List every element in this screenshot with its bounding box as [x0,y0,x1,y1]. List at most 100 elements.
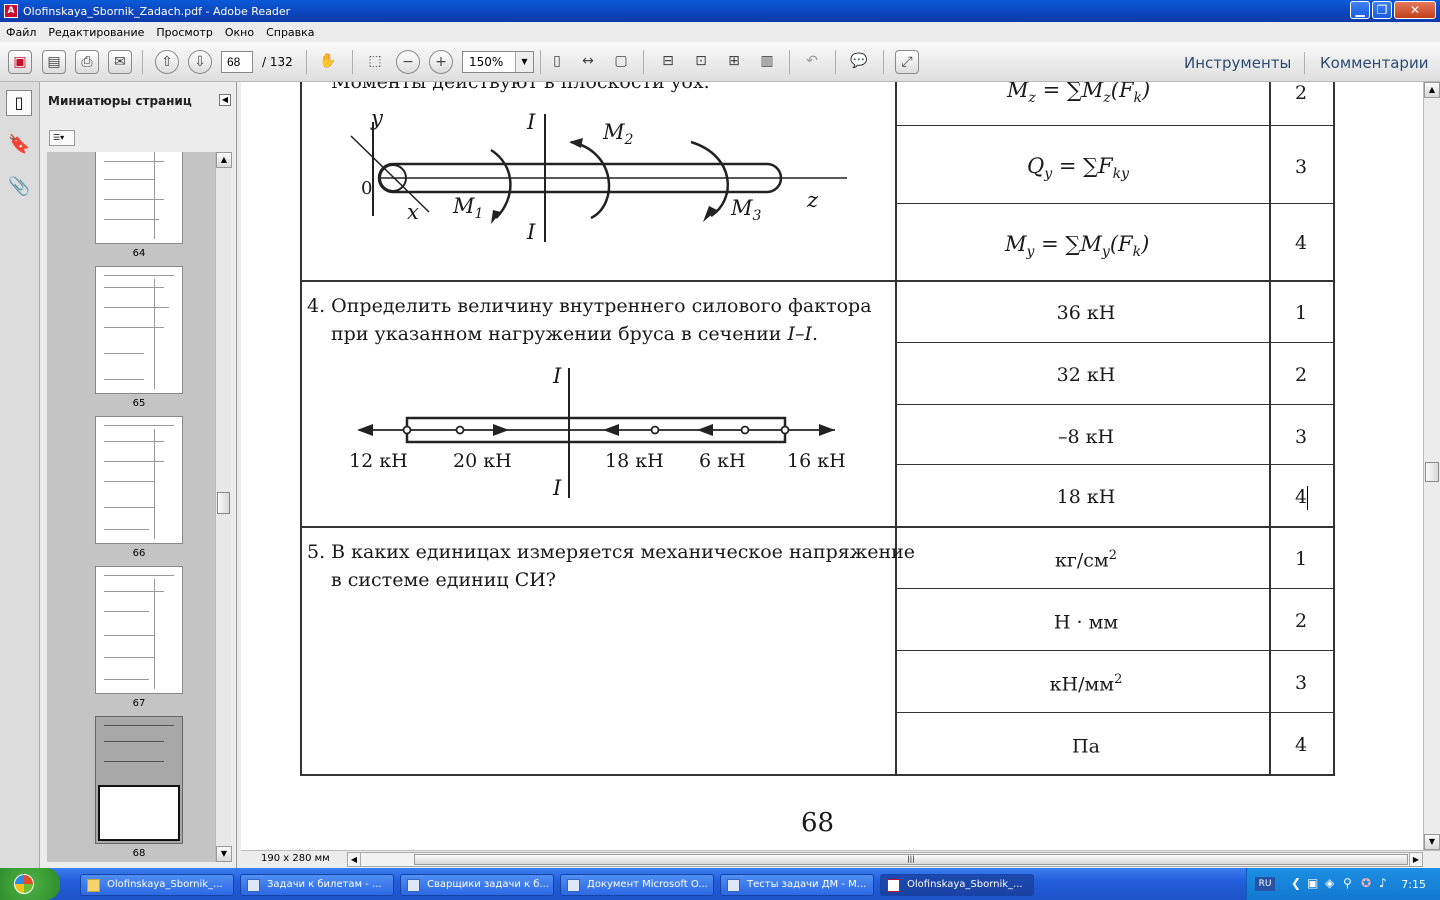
scroll-thumb[interactable]: ||| [414,854,1408,865]
task-adobe-reader[interactable]: Olofinskaya_Sbornik_... [880,874,1034,896]
scroll-up-icon[interactable]: ▲ [1424,82,1440,98]
page-size: 190 x 280 мм [261,853,330,864]
attachments-icon[interactable]: 📎 [8,176,30,197]
section-label-bottom: I [527,220,536,244]
print-icon[interactable]: ⎙ [75,50,99,74]
thumbnail-list: 64 65 66 67 68 [47,152,215,862]
answer-value: 18 кН [1056,486,1116,508]
menu-help[interactable]: Справка [266,26,314,39]
tray-app-icon[interactable]: ◈ [1325,876,1334,890]
scroll-right-icon[interactable]: ▶ [1409,853,1422,866]
formula-mz: Mz = ∑Mz(Fk) [1007,82,1151,107]
comment-icon[interactable]: 💬 [847,50,871,74]
panel-title: Миниатюры страниц [48,94,192,108]
formula-my: My = ∑My(Fk) [1005,232,1150,261]
menu-file[interactable]: Файл [6,26,36,39]
document-view: Моменты действуют в плоскости yox. y I I… [241,82,1423,850]
scroll-mode-icon[interactable]: ⊟ [656,50,680,74]
pdf-page: Моменты действуют в плоскости yox. y I I… [241,82,1423,850]
q4-line1: 4. Определить величину внутреннего силов… [307,295,872,317]
horizontal-scrollbar[interactable]: ◀ ||| ▶ [347,852,1423,867]
tools-pane-link[interactable]: Инструменты [1184,54,1291,72]
arrow-down-icon[interactable]: ⇩ [188,50,212,74]
search-icon[interactable]: ⚲ [1343,876,1352,890]
scroll-left-icon[interactable]: ◀ [348,853,361,866]
panel-options-icon[interactable]: ☰▾ [49,130,75,146]
create-pdf-icon[interactable]: ▣ [8,50,32,74]
page-thumbnails-icon[interactable]: ▯ [6,90,32,116]
zoom-out-icon[interactable]: − [396,50,420,74]
tray-app-icon[interactable]: ▣ [1307,876,1318,890]
thumbnail-page-65[interactable] [95,266,183,394]
panel-collapse-icon[interactable]: ◀ [219,94,231,106]
thumbnail-label: 64 [132,248,146,259]
load-label: 6 кН [699,450,746,472]
save-icon[interactable]: ▤ [42,50,66,74]
full-screen-icon[interactable]: ⊡ [689,50,713,74]
thumbnail-scrollbar[interactable]: ▲ ▼ [215,152,232,862]
comments-pane-link[interactable]: Комментарии [1320,54,1428,72]
total-pages: / 132 [262,55,293,69]
toolbar: ▣ ▤ ⎙ ✉ ⇧ ⇩ / 132 ✋ ⬚ − + 150%▼ ▯ ↔ ▢ ⊟ … [0,42,1440,82]
answer-number: 4 [1294,734,1308,756]
document-scrollbar[interactable]: ▲ ▼ [1423,82,1440,850]
page-number-input[interactable] [221,51,253,73]
hand-icon[interactable]: ✋ [316,50,340,74]
answer-value: 32 кН [1056,364,1116,386]
fit-width-icon[interactable]: ↔ [576,50,600,74]
fit-page-icon[interactable]: ▯ [545,50,569,74]
minimize-button[interactable]: ▁ [1350,1,1370,19]
marquee-zoom-icon[interactable]: ⬚ [363,50,387,74]
zoom-select[interactable]: 150% ▼ [462,51,534,73]
task-word-doc[interactable]: Задачи к билетам - ... [240,874,394,896]
thumbnail-page-66[interactable] [95,416,183,544]
axis-y-label: y [371,106,383,130]
load-label: 16 кН [787,450,846,472]
chevron-down-icon[interactable]: ▼ [515,52,533,72]
answer-value: 36 кН [1056,302,1116,324]
thumbnail-page-67[interactable] [95,566,183,694]
word-icon [567,879,580,892]
scroll-up-icon[interactable]: ▲ [216,152,232,168]
thumbnail-label: 67 [132,698,146,709]
section-label-top: I [553,364,562,388]
two-page-icon[interactable]: ⊞ [722,50,746,74]
thumbnail-page-68[interactable] [95,716,183,844]
maximize-button[interactable]: ❐ [1372,1,1392,19]
email-icon[interactable]: ✉ [108,50,132,74]
start-button[interactable] [0,868,60,900]
scroll-thumb[interactable] [1425,462,1439,482]
close-button[interactable]: ✕ [1394,1,1436,19]
undo-icon[interactable]: ↶ [800,50,824,74]
menu-edit[interactable]: Редактирование [48,26,144,39]
arrow-up-icon[interactable]: ⇧ [155,50,179,74]
thumbnail-page-64[interactable] [95,152,183,244]
menu-view[interactable]: Просмотр [156,26,212,39]
scroll-down-icon[interactable]: ▼ [1424,834,1440,850]
cut-text: Моменты действуют в плоскости yox. [331,82,710,93]
q5-line1: 5. В каких единицах измеряется механичес… [307,541,916,563]
two-up-icon[interactable]: ▥ [755,50,779,74]
menu-window[interactable]: Окно [225,26,254,39]
answer-number: 2 [1294,82,1308,104]
scroll-down-icon[interactable]: ▼ [216,846,232,862]
volume-icon[interactable]: ♪ [1379,876,1387,890]
expand-icon[interactable]: ⤢ [895,50,919,74]
task-word-doc[interactable]: Документ Microsoft O... [560,874,714,896]
system-tray: RU ❮ ▣ ◈ ⚲ ✪ ♪ 7:15 [1246,868,1440,900]
zoom-in-icon[interactable]: + [429,50,453,74]
task-word-doc[interactable]: Сварщики задачи к б... [400,874,554,896]
word-icon [407,879,420,892]
antivirus-icon[interactable]: ✪ [1361,876,1371,890]
answer-value: кг/см2 [1055,548,1117,572]
task-olofinskaya-folder[interactable]: Olofinskaya_Sbornik_... [80,874,234,896]
single-page-icon[interactable]: ▢ [609,50,633,74]
task-word-doc[interactable]: Тесты задачи ДМ - М... [720,874,874,896]
tray-expand-icon[interactable]: ❮ [1291,876,1301,890]
moment-m1-label: M1 [453,194,484,223]
language-indicator[interactable]: RU [1255,877,1275,891]
bookmarks-icon[interactable]: 🔖 [8,134,30,155]
scroll-thumb[interactable] [217,492,230,514]
windows-logo-icon [14,874,34,894]
load-label: 20 кН [453,450,512,472]
